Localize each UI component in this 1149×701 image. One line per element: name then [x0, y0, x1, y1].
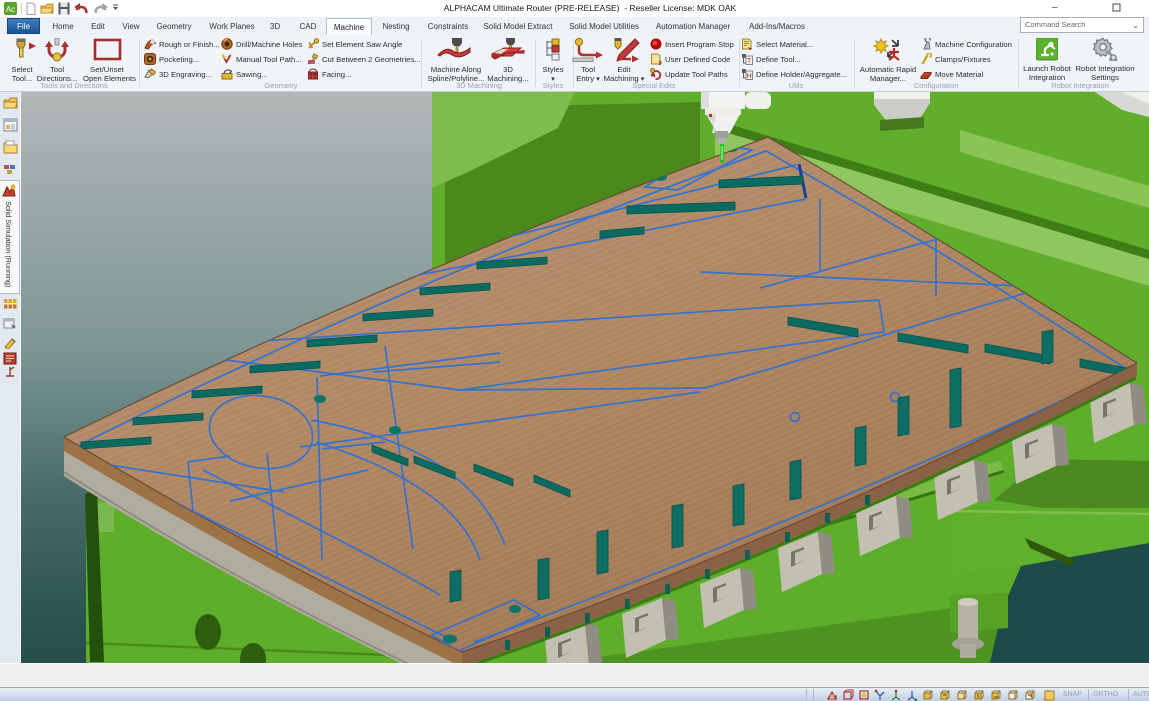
svg-text:T: T: [747, 58, 752, 65]
svg-text:H: H: [747, 73, 752, 80]
svg-text:Ac: Ac: [6, 5, 15, 14]
